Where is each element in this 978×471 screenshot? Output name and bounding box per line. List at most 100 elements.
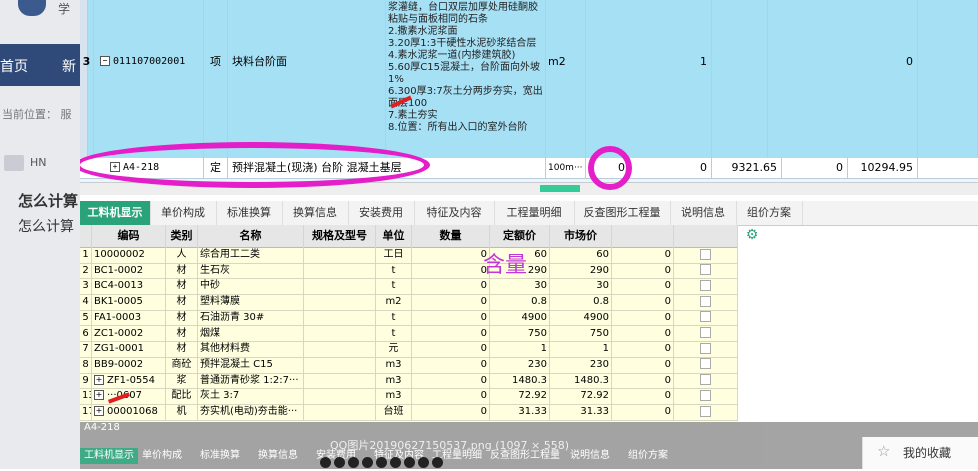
scroll-thumb[interactable]	[540, 185, 580, 192]
cell-unit: m3	[385, 390, 402, 402]
row-checkbox[interactable]	[700, 311, 711, 323]
cell-quota: 60	[534, 249, 547, 260]
cell-code: BB9-0002	[94, 358, 144, 370]
cell-x: 0	[664, 358, 671, 370]
nav-item-new[interactable]: 新	[62, 56, 76, 76]
cell-code: 10000002	[94, 249, 145, 260]
cell-qty[interactable]: 0	[481, 359, 487, 370]
zoom-out-icon[interactable]	[320, 457, 331, 468]
col-unit[interactable]: 单位	[376, 225, 412, 247]
tab-notes[interactable]: 说明信息	[670, 201, 737, 225]
zoom-in-icon[interactable]	[334, 457, 345, 468]
table-row[interactable]: 4 BK1-0005 材 塑料薄膜 m2 0 0.8 0.8 0	[80, 294, 738, 311]
cell-qty[interactable]: 0	[481, 296, 487, 307]
table-row[interactable]: 2 BC1-0002 材生石灰 t 0 290 290 0	[80, 262, 738, 280]
next-icon[interactable]	[390, 457, 401, 468]
tab-standard-conversion[interactable]: 标准换算	[216, 201, 283, 225]
detail-tabs: 工料机显示 单价构成 标准换算 换算信息 安装费用 特征及内容 工程量明细 反查…	[80, 201, 978, 226]
expand-icon[interactable]: +	[94, 374, 104, 385]
item-name: 块料台阶面	[228, 0, 386, 158]
table-row[interactable]: 3 −011107002001 项 块料台阶面 浆灌缝，台口双层加厚处用硅酮胶粘…	[80, 0, 978, 159]
image-viewer-controls	[320, 457, 446, 469]
cell-qty[interactable]: 0	[481, 328, 487, 339]
cell-qty[interactable]: 0	[481, 343, 487, 354]
col-code[interactable]: 编码	[92, 225, 166, 247]
cell-quota: 1480.3	[512, 374, 547, 386]
row-checkbox[interactable]	[700, 295, 711, 307]
row-checkbox[interactable]	[700, 327, 711, 338]
tab-materials[interactable]: 工料机显示	[80, 201, 151, 225]
expand-icon[interactable]: +	[94, 390, 104, 401]
table-row[interactable]: 1 10000002 人综合用工二类 工日 0 60 60 0	[80, 247, 738, 264]
tab-conversion-info[interactable]: 换算信息	[282, 201, 349, 225]
cell-quota: 230	[527, 358, 547, 370]
row-checkbox[interactable]	[700, 405, 711, 417]
cell-unit: t	[391, 264, 396, 276]
tab-price-composition[interactable]: 单价构成	[150, 201, 217, 225]
quota-col2: 9321.65	[712, 158, 782, 178]
cell-code: BC4-0013	[94, 280, 144, 292]
quota-col3: 0	[782, 158, 848, 178]
material-grid: 编码 类别 名称 规格及型号 单位 数量 定额价 市场价 1 10000002 人综…	[80, 225, 738, 425]
settings-icon[interactable]: ⚙	[742, 225, 762, 245]
download-icon[interactable]	[418, 457, 429, 468]
col-spec[interactable]: 规格及型号	[304, 225, 376, 247]
tab-features[interactable]: 特征及内容	[414, 201, 495, 225]
col-market-price[interactable]: 市场价	[550, 225, 612, 247]
table-row[interactable]: 8 BB9-0002 商砼 预拌混凝土 C15 m3 0 230 230 0	[80, 356, 738, 374]
cell-unit: t	[391, 311, 396, 323]
col-quota-price[interactable]: 定额价	[490, 225, 550, 247]
cell-qty[interactable]: 0	[481, 406, 487, 417]
ghost-tab: 标准换算	[200, 450, 240, 461]
row-checkbox[interactable]	[700, 264, 711, 276]
actual-size-icon[interactable]	[348, 457, 359, 468]
cell-qty[interactable]: 0	[481, 312, 487, 323]
cell-qty[interactable]: 0	[481, 375, 487, 386]
nav-item-home[interactable]: 首页	[0, 56, 28, 76]
tab-quantity-detail[interactable]: 工程量明细	[494, 201, 575, 225]
expand-icon[interactable]: +	[94, 406, 104, 416]
table-row[interactable]: 13+···0607配比灰土 3:7m3072.9272.920	[80, 388, 738, 405]
cell-n: 7	[82, 343, 89, 355]
row-checkbox[interactable]	[700, 358, 711, 370]
tab-pricing-scheme[interactable]: 组价方案	[736, 201, 803, 225]
ghost-row-code: A4-218	[84, 422, 120, 433]
collapse-icon[interactable]: −	[100, 56, 110, 66]
row-checkbox[interactable]	[700, 248, 711, 260]
tab-install-fee[interactable]: 安装费用	[348, 201, 415, 225]
cell-n: 2	[82, 264, 89, 276]
col-name[interactable]: 名称	[198, 225, 304, 247]
cell-unit: m3	[385, 358, 402, 370]
row-checkbox[interactable]	[700, 279, 711, 291]
cell-name: 综合用工二类	[200, 249, 260, 260]
cell-market: 750	[589, 327, 609, 339]
favorites-panel[interactable]: ☆ 我的收藏	[862, 437, 978, 469]
table-row[interactable]: 9 + ZF1-0554 浆 普通沥青砂浆 1:2:7··· m3 0 1480.3 1480.…	[80, 372, 738, 390]
play-icon[interactable]	[404, 457, 415, 468]
table-row[interactable]: 6 ZC1-0002 材 烟煤 t 0 750 750 0	[80, 325, 738, 343]
table-row[interactable]: 7 ZG1-0001 材 其他材料费 元 0 1 1 0	[80, 341, 738, 358]
table-row[interactable]: 3 BC4-0013 材 中砂 t 0 30 30 0	[80, 278, 738, 296]
cell-x: 0	[664, 390, 671, 402]
cell-cat: 商砼	[171, 358, 192, 370]
more-icon[interactable]	[432, 457, 443, 468]
tab-reverse-graph[interactable]: 反查图形工程量	[574, 201, 671, 225]
cell-qty[interactable]: 0	[481, 390, 487, 401]
cell-cat: 材	[176, 311, 187, 323]
question-subtitle: 怎么计算	[18, 219, 74, 235]
rotate-icon[interactable]	[362, 457, 373, 468]
col-quantity[interactable]: 数量	[412, 225, 490, 247]
cell-x: 0	[664, 311, 671, 323]
cell-unit: m3	[385, 374, 402, 386]
table-row[interactable]: 17+00001068 机 夯实机(电动)夯击能··· 台班 0 31.33 31.33 0	[80, 404, 738, 421]
cell-n: 1	[82, 249, 89, 260]
cell-name: 塑料薄膜	[200, 296, 240, 308]
cell-quota: 31.33	[518, 406, 547, 417]
col-category[interactable]: 类别	[166, 225, 198, 247]
cell-qty[interactable]: 0	[481, 280, 487, 291]
row-checkbox[interactable]	[700, 374, 711, 386]
table-row[interactable]: 5 FA1-0003 材 石油沥青 30# t 0 4900 4900 0	[80, 309, 738, 327]
prev-icon[interactable]	[376, 457, 387, 468]
row-checkbox[interactable]	[700, 389, 711, 401]
row-checkbox[interactable]	[700, 342, 711, 354]
